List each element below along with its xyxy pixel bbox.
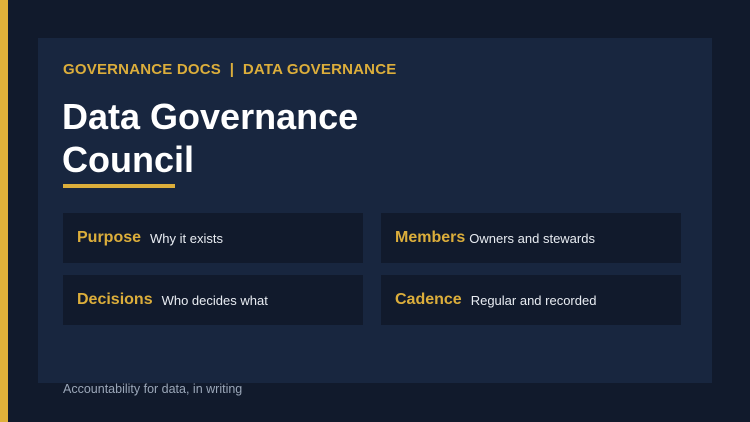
page-title: Data Governance Council bbox=[62, 96, 359, 180]
card-cadence: Cadence Regular and recorded bbox=[381, 275, 681, 325]
title-underline bbox=[63, 184, 175, 188]
card-label: Purpose bbox=[77, 229, 142, 246]
card-label: Members bbox=[395, 229, 466, 246]
section-eyebrow: GOVERNANCE DOCS | DATA GOVERNANCE bbox=[63, 61, 397, 78]
card-description: Who decides what bbox=[161, 292, 268, 308]
left-accent-bar bbox=[0, 0, 8, 422]
card-members: Members Owners and stewards bbox=[381, 213, 681, 263]
card-description: Why it exists bbox=[150, 230, 223, 246]
footer-caption: Accountability for data, in writing bbox=[63, 382, 243, 396]
card-description: Owners and stewards bbox=[469, 230, 595, 246]
card-decisions: Decisions Who decides what bbox=[63, 275, 363, 325]
card-label: Decisions bbox=[77, 291, 153, 308]
card-purpose: Purpose Why it exists bbox=[63, 213, 363, 263]
card-description: Regular and recorded bbox=[470, 292, 597, 308]
content-panel bbox=[38, 38, 712, 383]
card-label: Cadence bbox=[395, 291, 462, 308]
